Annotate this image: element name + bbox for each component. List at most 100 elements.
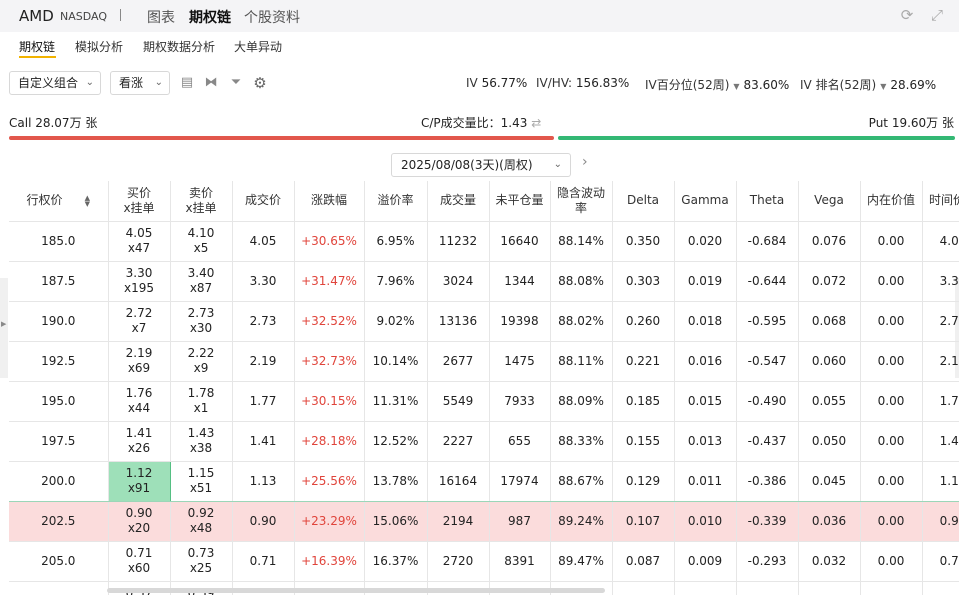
header-gamma[interactable]: Gamma — [674, 181, 737, 222]
cell-bid[interactable]: 0.90 x20 — [108, 501, 171, 542]
header-intrinsic-value[interactable]: 内在价值 — [860, 181, 923, 222]
table-row[interactable]: 195.0 1.76 x44 1.78 x1 1.77 +30.15% 11.31% 554… — [9, 381, 959, 422]
nav-option-chain[interactable]: 期权链 — [189, 7, 231, 27]
cell-theta: -0.684 — [736, 221, 799, 262]
combo-dropdown[interactable]: 自定义组合 ⌄ — [9, 71, 101, 95]
iv-hv-stat: IV/HV: 156.83% — [536, 76, 630, 90]
cell-ask[interactable]: 4.10 x5 — [170, 221, 233, 262]
split-view-icon[interactable]: ⧓ — [203, 75, 219, 91]
tab-large-orders[interactable]: 大单异动 — [234, 38, 282, 55]
cell-ask[interactable]: 1.15 x51 — [170, 460, 233, 502]
cell-ask[interactable]: 3.40 x87 — [170, 261, 233, 302]
refresh-icon[interactable]: ⟳ — [898, 6, 916, 24]
cell-premium: 6.95% — [364, 221, 428, 262]
cell-open-interest: 16640 — [489, 221, 551, 262]
caret-down-icon: ▼ — [880, 82, 887, 91]
cell-implied-volatility: 89.47% — [550, 541, 613, 582]
cell-change: +32.52% — [294, 301, 365, 342]
cell-last: 0.71 — [232, 541, 295, 582]
expand-icon[interactable]: ⤢ — [928, 6, 946, 24]
cp-ratio: C/P成交量比：1.43 ⇄ — [421, 116, 542, 130]
put-volume: Put 19.60万 张 — [868, 116, 954, 130]
table-layout-icon[interactable]: ▤ — [179, 75, 195, 91]
table-row[interactable]: 202.5 0.90 x20 0.92 x48 0.90 +23.29% 15.06% 21… — [9, 501, 959, 542]
horizontal-scrollbar[interactable] — [107, 588, 605, 593]
table-row[interactable]: 200.0 1.12 x91 1.15 x51 1.13 +25.56% 13.78% 16… — [9, 460, 959, 502]
cell-bid[interactable]: 3.30 x195 — [108, 261, 171, 302]
direction-dropdown[interactable]: 看涨 ⌄ — [110, 71, 170, 95]
header-open-interest[interactable]: 未平仓量 — [489, 181, 551, 222]
cell-ask[interactable]: 2.73 x30 — [170, 301, 233, 342]
cell-last: 2.19 — [232, 341, 295, 382]
chevron-down-icon: ⌄ — [85, 77, 94, 88]
cell-vega: 0.050 — [798, 421, 861, 462]
cell-intrinsic-value: 0.00 — [860, 221, 923, 262]
chevron-right-icon[interactable]: › — [582, 154, 588, 170]
gear-icon[interactable]: ⚙ — [252, 75, 268, 91]
cell-bid[interactable]: 4.05 x47 — [108, 221, 171, 262]
cell-delta: 0.129 — [612, 460, 675, 502]
cell-gamma: 0.015 — [674, 381, 737, 422]
nav-stock-profile[interactable]: 个股资料 — [244, 7, 300, 27]
header-ask[interactable]: 卖价 x挂单 — [170, 181, 233, 222]
cell-delta: 0.087 — [612, 541, 675, 582]
table-row[interactable]: 185.0 4.05 x47 4.10 x5 4.05 +30.65% 6.95% 1123… — [9, 221, 959, 262]
header-time-value[interactable]: 时间价值 — [922, 181, 959, 222]
cell-gamma: 0.010 — [674, 501, 737, 542]
nav-chart[interactable]: 图表 — [147, 7, 175, 27]
cell-vega: 0.076 — [798, 221, 861, 262]
left-panel-toggle[interactable]: ▶ — [0, 278, 8, 378]
cell-bid[interactable]: 0.71 x60 — [108, 541, 171, 582]
cell-theta: -0.386 — [736, 460, 799, 502]
cell-vega: 0.032 — [798, 541, 861, 582]
header-delta[interactable]: Delta — [612, 181, 675, 222]
table-row[interactable]: 190.0 2.72 x7 2.73 x30 2.73 +32.52% 9.02% 1313… — [9, 301, 959, 342]
cell-bid[interactable]: 1.76 x44 — [108, 381, 171, 422]
header-volume[interactable]: 成交量 — [427, 181, 490, 222]
cell-bid[interactable]: 1.41 x26 — [108, 421, 171, 462]
cell-ask[interactable]: 1.78 x1 — [170, 381, 233, 422]
header-strike[interactable]: 行权价 ▲ ▼ — [9, 181, 109, 222]
filter-icon[interactable]: ⏷ — [228, 75, 244, 91]
cell-change: +32.73% — [294, 341, 365, 382]
header-bid[interactable]: 买价 x挂单 — [108, 181, 171, 222]
cell-premium: 7.96% — [364, 261, 428, 302]
table-row[interactable]: 205.0 0.71 x60 0.73 x25 0.71 +16.39% 16.37% 27… — [9, 541, 959, 582]
header-premium[interactable]: 溢价率 — [364, 181, 428, 222]
sort-icon[interactable]: ▲ ▼ — [85, 194, 90, 207]
cell-intrinsic-value: 0.00 — [860, 421, 923, 462]
cell-ask[interactable]: 1.43 x38 — [170, 421, 233, 462]
header-vega[interactable]: Vega — [798, 181, 861, 222]
cell-change: +31.47% — [294, 261, 365, 302]
cell-vega: 0.036 — [798, 501, 861, 542]
header-change[interactable]: 涨跌幅 — [294, 181, 365, 222]
cell-delta: 0.155 — [612, 421, 675, 462]
cell-bid[interactable]: 2.72 x7 — [108, 301, 171, 342]
table-row[interactable]: 187.5 3.30 x195 3.40 x87 3.30 +31.47% 7.96% 30… — [9, 261, 959, 302]
tab-option-data-analysis[interactable]: 期权数据分析 — [143, 38, 215, 55]
iv-rank-stat[interactable]: IV 排名(52周) ▼ 28.69% — [800, 76, 936, 93]
table-row[interactable]: 197.5 1.41 x26 1.43 x38 1.41 +28.18% 12.52% 22… — [9, 421, 959, 462]
cell-premium: 16.37% — [364, 541, 428, 582]
cell-theta: -0.293 — [736, 541, 799, 582]
cell-gamma: 0.009 — [674, 541, 737, 582]
toolbar: 自定义组合 ⌄ 看涨 ⌄ ▤ ⧓ ⏷ ⚙ IV 56.77% IV/HV: 15… — [0, 66, 959, 100]
cell-vega: 0.045 — [798, 460, 861, 502]
header-theta[interactable]: Theta — [736, 181, 799, 222]
tab-option-chain[interactable]: 期权链 — [19, 38, 55, 55]
cell-last: 3.30 — [232, 261, 295, 302]
cell-ask[interactable]: 2.22 x9 — [170, 341, 233, 382]
cell-ask[interactable]: 0.73 x25 — [170, 541, 233, 582]
header-implied-volatility[interactable]: 隐含波动率 — [550, 181, 613, 222]
cell-implied-volatility: 88.14% — [550, 221, 613, 262]
cell-time-value: 1.41 — [922, 421, 959, 462]
cell-bid[interactable]: 1.12 x91 — [107, 460, 171, 502]
cell-ask[interactable]: 0.92 x48 — [170, 501, 233, 542]
iv-percentile-stat[interactable]: IV百分位(52周) ▼ 83.60% — [645, 76, 789, 93]
cell-gamma: 0.007 — [674, 581, 737, 595]
table-row[interactable]: 192.5 2.19 x69 2.22 x9 2.19 +32.73% 10.14% 267… — [9, 341, 959, 382]
tab-simulation[interactable]: 模拟分析 — [75, 38, 123, 55]
expiry-date-dropdown[interactable]: 2025/08/08(3天)(周权) ⌄ — [391, 153, 571, 177]
cell-bid[interactable]: 2.19 x69 — [108, 341, 171, 382]
header-last[interactable]: 成交价 — [232, 181, 295, 222]
